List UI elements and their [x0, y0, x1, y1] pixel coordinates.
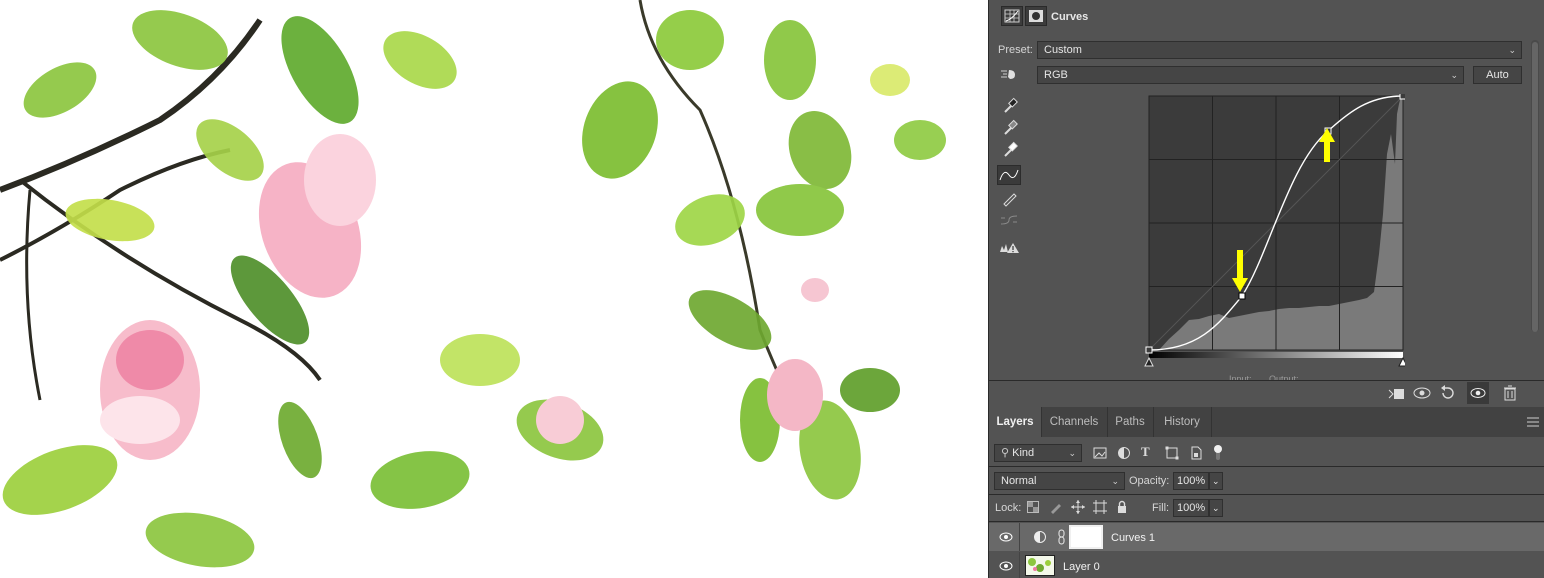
blend-mode-select[interactable]: Normal ⌄ — [994, 472, 1125, 490]
row-separator — [1019, 552, 1020, 578]
layers-tab-bar: Layers Channels Paths History — [989, 407, 1544, 437]
row-separator — [1019, 523, 1020, 551]
type-layer-filter-icon[interactable]: T — [1141, 444, 1155, 460]
black-point-slider — [1144, 356, 1154, 367]
layer-thumbnail[interactable] — [1025, 555, 1055, 576]
control-point — [1238, 292, 1246, 300]
properties-divider — [989, 380, 1544, 381]
target-adjustment-hand-icon[interactable] — [997, 64, 1021, 84]
lock-position-icon[interactable] — [1071, 500, 1085, 514]
properties-title: Curves — [1051, 11, 1089, 23]
adjustment-grid-icon[interactable] — [1001, 6, 1023, 26]
tab-channels[interactable]: Channels — [1041, 407, 1108, 437]
lock-image-pixels-icon[interactable] — [1049, 500, 1063, 514]
lock-artboard-icon[interactable] — [1093, 500, 1107, 514]
tab-history[interactable]: History — [1153, 407, 1212, 437]
tab-paths[interactable]: Paths — [1107, 407, 1154, 437]
visibility-eye-icon[interactable] — [999, 561, 1013, 571]
preset-value: Custom — [1044, 44, 1082, 56]
chevron-down-icon: ⌄ — [1450, 70, 1458, 80]
delete-icon[interactable] — [1499, 382, 1521, 404]
visibility-icon[interactable] — [1467, 382, 1489, 404]
smooth-curve-icon[interactable] — [997, 210, 1021, 230]
layer-name[interactable]: Layer 0 — [1063, 561, 1100, 573]
pixel-layer-filter-icon[interactable] — [1093, 446, 1107, 460]
blend-mode-value: Normal — [1001, 475, 1037, 487]
clipping-warning-icon[interactable] — [997, 238, 1021, 258]
layers-divider — [989, 494, 1544, 495]
control-point — [1145, 346, 1153, 354]
document-canvas[interactable] — [0, 0, 988, 578]
lock-label: Lock: — [995, 502, 1022, 514]
sample-in-image-white-icon[interactable] — [997, 140, 1021, 160]
auto-button[interactable]: Auto — [1473, 66, 1522, 84]
adjustment-layer-icon — [1033, 530, 1047, 544]
chevron-down-icon: ⌄ — [1068, 448, 1076, 458]
channel-value: RGB — [1044, 69, 1068, 81]
opacity-label: Opacity: — [1129, 475, 1170, 487]
filter-toggle-icon[interactable] — [1213, 444, 1223, 462]
control-point — [1399, 94, 1405, 100]
visibility-eye-icon[interactable] — [999, 532, 1013, 542]
layers-divider — [989, 466, 1544, 467]
layer-row-layer0[interactable]: Layer 0 — [989, 552, 1544, 578]
layers-divider — [989, 521, 1544, 522]
curves-graph[interactable] — [1139, 94, 1405, 368]
layer-mask-thumbnail[interactable] — [1069, 525, 1103, 549]
opacity-dropdown[interactable]: ⌄ — [1209, 472, 1223, 490]
dogwood-photo — [0, 0, 988, 578]
chevron-down-icon: ⌄ — [1212, 476, 1220, 486]
opacity-value: 100% — [1177, 475, 1206, 487]
fill-label: Fill: — [1152, 502, 1170, 514]
sample-in-image-gray-icon[interactable] — [997, 118, 1021, 138]
photoshop-panels: Curves Preset: Custom ⌄ RGB ⌄ Auto Input… — [988, 0, 1544, 578]
shape-layer-filter-icon[interactable] — [1165, 446, 1179, 460]
opacity-input[interactable]: 100% — [1173, 472, 1209, 490]
fill-input[interactable]: 100% — [1173, 499, 1209, 517]
chevron-down-icon: ⌄ — [1508, 45, 1516, 55]
lock-transparent-pixels-icon[interactable] — [1027, 501, 1039, 513]
layer-row-curves[interactable]: Curves 1 — [989, 523, 1544, 551]
chevron-down-icon: ⌄ — [1212, 503, 1220, 513]
properties-scroll-thumb[interactable] — [1532, 42, 1538, 332]
filter-kind-select[interactable]: ⚲ Kind ⌄ — [994, 444, 1082, 462]
layer-name[interactable]: Curves 1 — [1111, 532, 1155, 544]
edit-points-curve-icon[interactable] — [997, 165, 1021, 185]
preset-label: Preset: — [998, 44, 1033, 56]
sample-in-image-black-icon[interactable] — [997, 96, 1021, 116]
lock-all-icon[interactable] — [1115, 500, 1129, 514]
channel-select[interactable]: RGB ⌄ — [1037, 66, 1464, 84]
fill-dropdown[interactable]: ⌄ — [1209, 499, 1223, 517]
fill-value: 100% — [1177, 502, 1206, 514]
properties-header: Curves — [989, 0, 1544, 36]
link-chain-icon[interactable] — [1057, 529, 1067, 545]
reset-icon[interactable] — [1437, 382, 1459, 404]
adjustment-layer-filter-icon[interactable] — [1117, 446, 1131, 460]
clip-to-layer-icon[interactable] — [1385, 382, 1407, 404]
view-previous-state-icon[interactable] — [1411, 382, 1433, 404]
preset-select[interactable]: Custom ⌄ — [1037, 41, 1522, 59]
panel-menu-icon[interactable] — [1527, 417, 1539, 427]
tab-layers[interactable]: Layers — [989, 407, 1042, 437]
white-point-slider — [1398, 356, 1405, 367]
filter-kind-value: Kind — [1012, 447, 1035, 459]
search-icon: ⚲ — [1001, 447, 1010, 459]
chevron-down-icon: ⌄ — [1111, 476, 1119, 486]
smart-object-filter-icon[interactable] — [1189, 446, 1203, 460]
draw-pencil-icon[interactable] — [997, 188, 1021, 208]
mask-icon[interactable] — [1025, 6, 1047, 26]
